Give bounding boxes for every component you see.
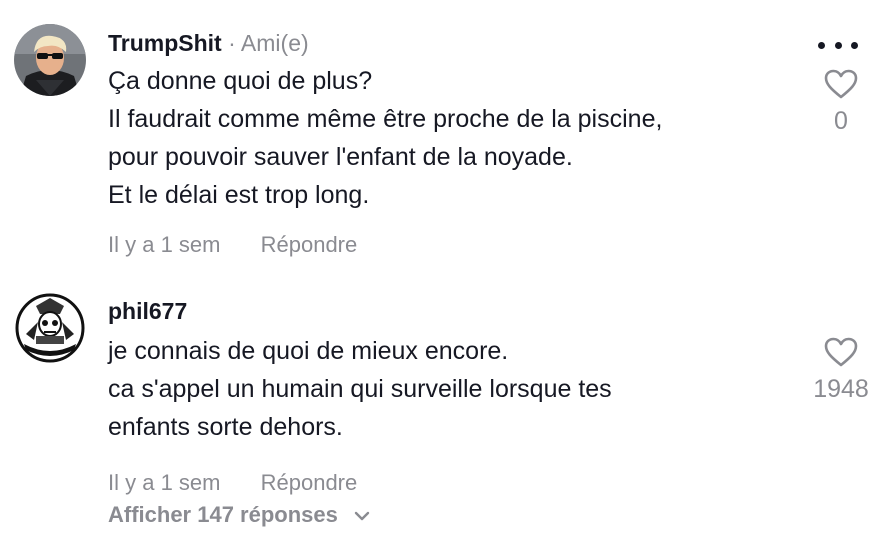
- comment-body: TrumpShit · Ami(e) Ça donne quoi de plus…: [108, 28, 662, 258]
- comment-line: Il faudrait comme même être proche de la…: [108, 105, 663, 133]
- friend-badge: Ami(e): [240, 30, 309, 56]
- more-dots-icon[interactable]: [818, 38, 858, 52]
- comment-line: Et le délai est trop long.: [108, 181, 370, 209]
- comment-meta: Il y a 1 sem Répondre: [108, 232, 662, 258]
- comment-line: enfants sorte dehors.: [108, 413, 343, 441]
- reply-button[interactable]: Répondre: [261, 232, 358, 257]
- view-replies-label: Afficher 147 réponses: [108, 502, 338, 527]
- reply-button[interactable]: Répondre: [261, 470, 358, 495]
- separator: ·: [228, 30, 236, 56]
- like-button[interactable]: 0: [806, 68, 876, 136]
- comment-text: Ça donne quoi de plus? Il faudrait comme…: [108, 62, 662, 214]
- heart-outline-icon: [824, 69, 858, 99]
- comment-text: je connais de quoi de mieux encore. ca s…: [108, 332, 612, 446]
- username[interactable]: TrumpShit: [108, 30, 222, 56]
- username[interactable]: phil677: [108, 298, 187, 324]
- avatar[interactable]: [14, 292, 86, 364]
- comment-header: phil677: [108, 296, 612, 326]
- heart-outline-icon: [824, 337, 858, 367]
- chevron-down-icon: [354, 511, 370, 521]
- like-count: 1948: [813, 375, 869, 403]
- like-button[interactable]: 1948: [806, 336, 876, 404]
- comment-line: je connais de quoi de mieux encore.: [108, 337, 509, 365]
- comment-line: pour pouvoir sauver l'enfant de la noyad…: [108, 143, 573, 171]
- view-replies-button[interactable]: Afficher 147 réponses: [108, 502, 370, 528]
- comment-time: Il y a 1 sem: [108, 470, 221, 495]
- comment-header: TrumpShit · Ami(e): [108, 28, 662, 58]
- comment-meta: Il y a 1 sem Répondre: [108, 470, 612, 496]
- comment-time: Il y a 1 sem: [108, 232, 221, 257]
- comment-line: Ça donne quoi de plus?: [108, 67, 373, 95]
- like-count: 0: [834, 107, 848, 135]
- avatar[interactable]: [14, 24, 86, 96]
- comment-body: phil677 je connais de quoi de mieux enco…: [108, 296, 612, 496]
- comment-line: ca s'appel un humain qui surveille lorsq…: [108, 375, 612, 403]
